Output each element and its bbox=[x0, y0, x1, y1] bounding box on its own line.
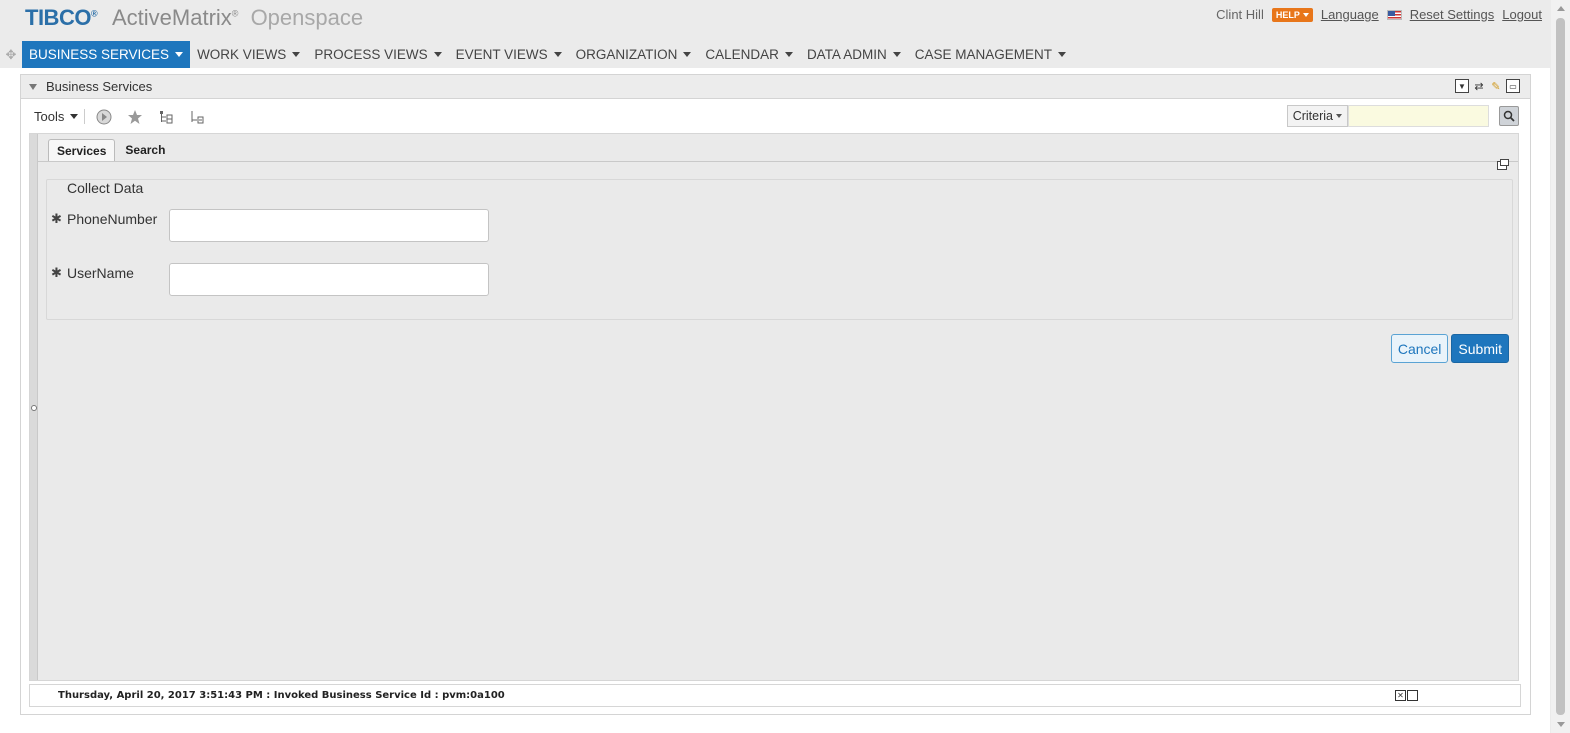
scroll-thumb[interactable] bbox=[1556, 18, 1565, 715]
nav-event-views[interactable]: EVENT VIEWS bbox=[449, 41, 569, 68]
module-name: Openspace bbox=[250, 5, 364, 30]
logout-link[interactable]: Logout bbox=[1502, 7, 1542, 22]
us-flag-icon[interactable] bbox=[1386, 9, 1402, 20]
tab-bar: Services Search bbox=[48, 139, 173, 161]
maximize-icon[interactable]: ▭ bbox=[1506, 79, 1520, 93]
chevron-down-icon bbox=[1336, 114, 1342, 118]
chevron-down-icon bbox=[683, 52, 692, 57]
chevron-down-icon bbox=[70, 114, 79, 119]
search-button[interactable] bbox=[1499, 106, 1519, 126]
panel-toolbar: Tools Criteria bbox=[21, 100, 1530, 133]
search-icon bbox=[1503, 110, 1515, 122]
tab-services[interactable]: Services bbox=[48, 139, 116, 161]
cancel-button[interactable]: Cancel bbox=[1390, 334, 1449, 363]
user-bar: Clint Hill HELP Language Reset Settings … bbox=[1216, 7, 1542, 22]
help-button[interactable]: HELP bbox=[1271, 7, 1313, 22]
tools-menu[interactable]: Tools bbox=[34, 109, 86, 124]
main-nav: ✥ BUSINESS SERVICES WORK VIEWS PROCESS V… bbox=[0, 41, 1550, 68]
tibco-logo: TIBCO® bbox=[25, 5, 98, 30]
criteria-search-input[interactable] bbox=[1348, 105, 1489, 127]
expand-status-icon[interactable] bbox=[1407, 690, 1418, 701]
required-asterisk-icon: ✱ bbox=[51, 265, 62, 280]
star-icon[interactable] bbox=[126, 108, 144, 126]
chevron-down-icon bbox=[553, 52, 562, 57]
chevron-down-icon bbox=[1057, 52, 1066, 57]
chevron-down-icon bbox=[292, 52, 301, 57]
form-legend: Collect Data bbox=[67, 180, 144, 196]
panel-menu-icon[interactable]: ▼ bbox=[1455, 79, 1469, 93]
phone-number-row: ✱ PhoneNumber bbox=[51, 209, 489, 242]
panel-header: Business Services ▼ ⇄ ✎ ▭ bbox=[21, 75, 1530, 99]
status-message: Thursday, April 20, 2017 3:51:43 PM : In… bbox=[58, 690, 505, 701]
phone-number-input[interactable] bbox=[169, 209, 489, 242]
user-name-row: ✱ UserName bbox=[51, 263, 489, 296]
user-name: Clint Hill bbox=[1216, 7, 1264, 22]
criteria-select[interactable]: Criteria bbox=[1286, 105, 1348, 127]
status-icons: ✕ bbox=[1395, 690, 1418, 701]
scroll-down-icon[interactable] bbox=[1557, 722, 1565, 727]
reset-settings-link[interactable]: Reset Settings bbox=[1410, 7, 1495, 22]
chevron-down-icon bbox=[1302, 12, 1309, 17]
product-name: ActiveMatrix bbox=[112, 5, 232, 30]
submit-button[interactable]: Submit bbox=[1451, 334, 1509, 363]
collapse-icon[interactable] bbox=[29, 83, 37, 90]
splitter-handle-icon[interactable] bbox=[31, 405, 37, 411]
restore-window-icon[interactable] bbox=[1497, 159, 1509, 170]
panel-title: Business Services bbox=[46, 79, 153, 94]
chevron-down-icon bbox=[784, 52, 793, 57]
collect-data-form: Collect Data ✱ PhoneNumber ✱ UserName bbox=[46, 179, 1513, 320]
required-asterisk-icon: ✱ bbox=[51, 211, 62, 226]
drag-handle-icon[interactable]: ✥ bbox=[0, 41, 22, 68]
tab-divider bbox=[38, 161, 1518, 162]
scroll-up-icon[interactable] bbox=[1557, 6, 1565, 11]
user-name-input[interactable] bbox=[169, 263, 489, 296]
nav-data-admin[interactable]: DATA ADMIN bbox=[800, 41, 908, 68]
nav-case-management[interactable]: CASE MANAGEMENT bbox=[908, 41, 1073, 68]
refresh-icon[interactable]: ⇄ bbox=[1472, 79, 1486, 93]
service-content: Services Search Collect Data ✱ PhoneNumb… bbox=[29, 133, 1519, 681]
status-bar: Thursday, April 20, 2017 3:51:43 PM : In… bbox=[29, 684, 1521, 707]
clear-status-icon[interactable]: ✕ bbox=[1395, 690, 1406, 701]
nav-calendar[interactable]: CALENDAR bbox=[698, 41, 800, 68]
app-header: TIBCO® ActiveMatrix® Openspace Clint Hil… bbox=[0, 0, 1550, 40]
edit-pencil-icon[interactable]: ✎ bbox=[1489, 79, 1503, 93]
chevron-down-icon bbox=[892, 52, 901, 57]
criteria-search: Criteria bbox=[1286, 105, 1519, 127]
main-area: Business Services ▼ ⇄ ✎ ▭ Tools Criteria… bbox=[0, 68, 1550, 733]
language-link[interactable]: Language bbox=[1321, 7, 1379, 22]
nav-business-services[interactable]: BUSINESS SERVICES bbox=[22, 41, 191, 68]
nav-process-views[interactable]: PROCESS VIEWS bbox=[307, 41, 448, 68]
left-splitter[interactable] bbox=[30, 134, 38, 680]
phone-number-label: PhoneNumber bbox=[67, 211, 158, 227]
tree-expand-icon[interactable] bbox=[157, 108, 175, 126]
form-actions: Cancel Submit bbox=[1390, 334, 1509, 363]
nav-organization[interactable]: ORGANIZATION bbox=[569, 41, 699, 68]
business-services-panel: Business Services ▼ ⇄ ✎ ▭ Tools Criteria… bbox=[20, 74, 1531, 715]
user-name-label: UserName bbox=[67, 265, 134, 281]
start-service-icon[interactable] bbox=[95, 108, 113, 126]
tab-search[interactable]: Search bbox=[117, 139, 173, 161]
panel-header-icons: ▼ ⇄ ✎ ▭ bbox=[1455, 79, 1520, 93]
chevron-down-icon bbox=[433, 52, 442, 57]
app-name: ActiveMatrix® Openspace bbox=[112, 5, 364, 30]
nav-work-views[interactable]: WORK VIEWS bbox=[190, 41, 307, 68]
vertical-scrollbar[interactable] bbox=[1551, 0, 1570, 733]
tree-collapse-icon[interactable] bbox=[188, 108, 206, 126]
chevron-down-icon bbox=[175, 52, 184, 57]
